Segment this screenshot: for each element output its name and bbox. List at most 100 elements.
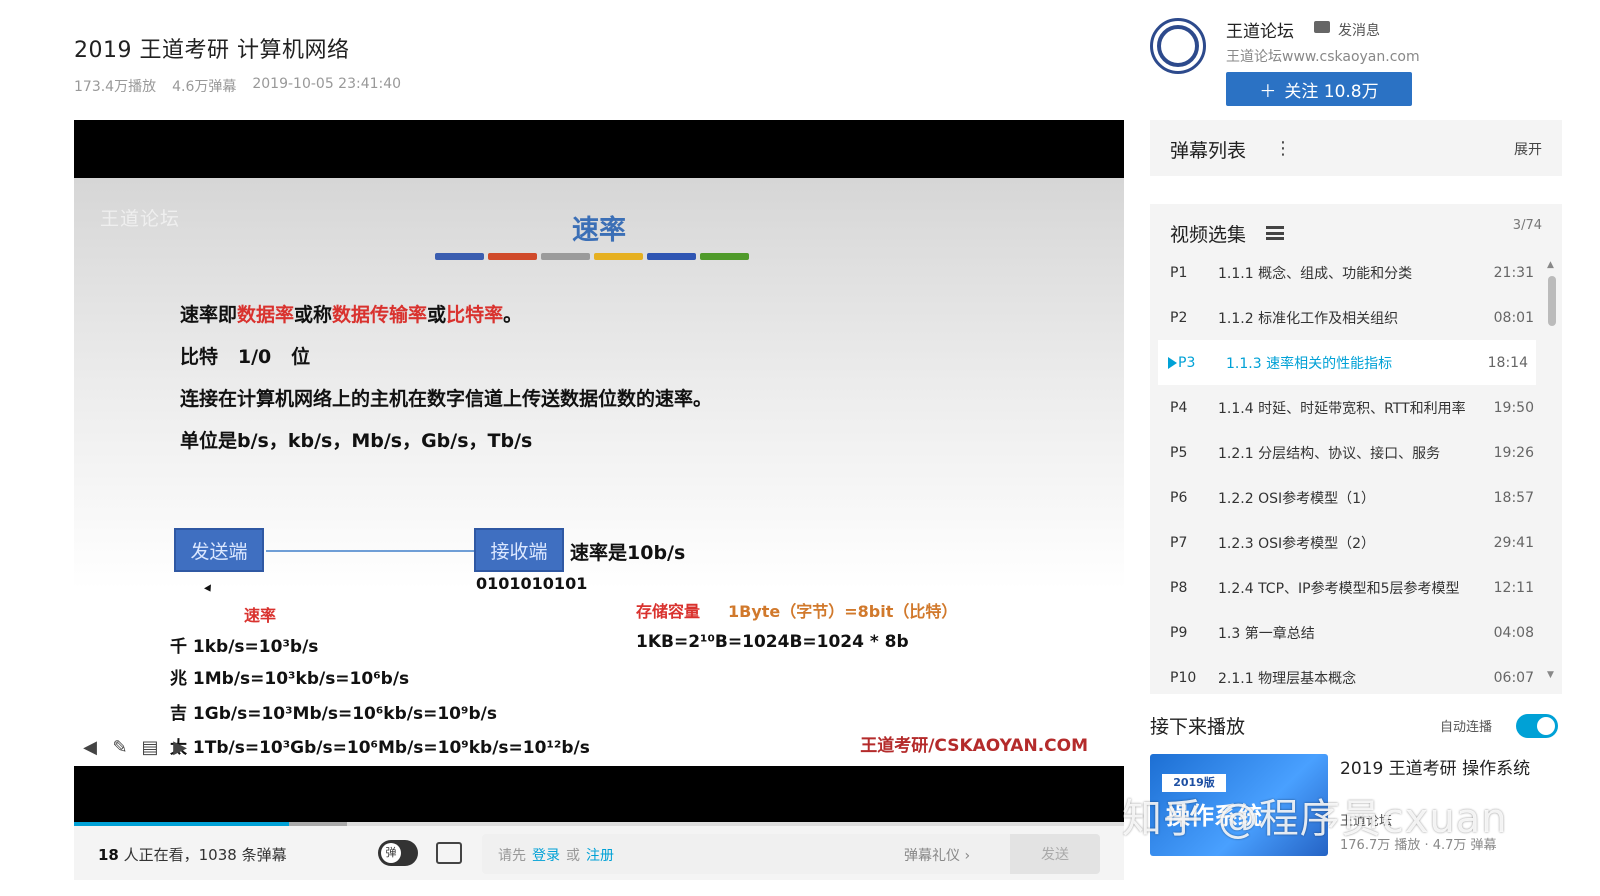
send-message-link[interactable]: 发消息 [1338, 20, 1380, 40]
scroll-thumb[interactable] [1548, 276, 1556, 326]
episode-title: 1.2.3 OSI参考模型（2） [1218, 535, 1376, 552]
episode-duration: 19:26 [1493, 444, 1534, 461]
follow-button[interactable]: ＋ 关注 10.8万 [1226, 72, 1412, 106]
mouse-cursor [204, 584, 214, 594]
episode-number: P6 [1170, 489, 1188, 506]
playlist-scrollbar[interactable]: ▲ ▼ [1546, 260, 1558, 680]
login-link[interactable]: 登录 [532, 848, 560, 864]
episode-title: 1.1.3 速率相关的性能指标 [1226, 355, 1393, 372]
video-title: 2019 王道考研 计算机网络 [74, 38, 350, 63]
next-video-title[interactable]: 2019 王道考研 操作系统 [1340, 754, 1530, 779]
danmaku-settings-icon[interactable] [436, 842, 462, 864]
letterbox-bottom [74, 766, 1124, 822]
episode-number: P9 [1170, 624, 1188, 641]
episode-title: 2.1.1 物理层基本概念 [1218, 670, 1357, 687]
episode-duration: 18:14 [1487, 354, 1528, 371]
slide-footer: 王道考研/CSKAOYAN.COM [860, 736, 1088, 756]
color-bar-1 [435, 253, 484, 260]
episode-title: 1.3 第一章总结 [1218, 625, 1315, 642]
episode-item[interactable]: P7 1.2.3 OSI参考模型（2） 29:41 [1150, 520, 1542, 565]
episode-item[interactable]: P2 1.1.2 标准化工作及相关组织 08:01 [1150, 295, 1542, 340]
episode-item[interactable]: P3 1.1.3 速率相关的性能指标 18:14 [1158, 340, 1536, 385]
next-slide-icon[interactable]: ▶ [170, 738, 190, 758]
play-count: 173.4万播放 [74, 79, 157, 95]
rate-note: 速率是10b/s [570, 542, 686, 564]
episode-list: P1 1.1.1 概念、组成、功能和分类 21:31 P2 1.1.2 标准化工作及相关… [1150, 250, 1542, 700]
envelope-icon[interactable] [1314, 21, 1330, 33]
play-icon [1168, 357, 1177, 369]
video-meta: 173.4万播放 4.6万弹幕 2019-10-05 23:41:40 [74, 76, 401, 96]
menu-icon[interactable]: ▤ [140, 738, 160, 758]
episode-duration: 06:07 [1493, 669, 1534, 686]
slide-line-units: 单位是b/s，kb/s，Mb/s，Gb/s，Tb/s [180, 430, 533, 452]
episode-number: P1 [1170, 264, 1188, 281]
uploader-name[interactable]: 王道论坛 [1226, 17, 1294, 42]
danmaku-etiquette-link[interactable]: 弹幕礼仪 › [904, 845, 970, 865]
episode-item[interactable]: P4 1.1.4 时延、时延带宽积、RTT和利用率 19:50 [1150, 385, 1542, 430]
register-link[interactable]: 注册 [586, 848, 614, 864]
episode-item[interactable]: P5 1.2.1 分层结构、协议、接口、服务 19:26 [1150, 430, 1542, 475]
episode-title: 1.2.2 OSI参考模型（1） [1218, 490, 1376, 507]
episode-duration: 04:08 [1493, 624, 1534, 641]
episode-number: P5 [1170, 444, 1188, 461]
sender-box: 发送端 [174, 528, 264, 572]
expand-button[interactable]: 展开 [1514, 139, 1542, 159]
danmaku-list-title: 弹幕列表 [1170, 140, 1247, 162]
bit-sequence: 0101010101 [476, 574, 588, 593]
prev-slide-icon[interactable]: ◀ [80, 738, 100, 758]
episode-title: 1.1.2 标准化工作及相关组织 [1218, 310, 1399, 327]
episode-number: P7 [1170, 534, 1188, 551]
slide-line-host: 连接在计算机网络上的主机在数字信道上传送数据位数的速率。 [180, 388, 713, 410]
storage-definition: 1Byte（字节）=8bit（比特） [728, 602, 958, 621]
uploader-avatar[interactable] [1150, 18, 1206, 74]
episode-number: P10 [1170, 669, 1197, 686]
video-player[interactable]: 王道论坛 速率 速率即数据率或称数据传输率或比特率。 比特 1/0 位 连接在计… [74, 120, 1124, 880]
list-icon[interactable] [1266, 226, 1284, 240]
danmaku-count: 4.6万弹幕 [172, 79, 237, 95]
slide-line-bit: 比特 1/0 位 [180, 346, 311, 368]
danmaku-list-panel: 弹幕列表 ⋮ 展开 [1150, 120, 1562, 176]
pen-icon[interactable]: ✎ [110, 738, 130, 758]
episode-item[interactable]: P1 1.1.1 概念、组成、功能和分类 21:31 [1150, 250, 1542, 295]
autoplay-toggle[interactable] [1516, 714, 1558, 738]
more-options-icon[interactable]: ⋮ [1274, 138, 1292, 159]
playlist-count: 3/74 [1512, 218, 1542, 233]
storage-heading: 存储容量 [636, 602, 701, 621]
episode-number: P4 [1170, 399, 1188, 416]
episode-item[interactable]: P8 1.2.4 TCP、IP参考模型和5层参考模型 12:11 [1150, 565, 1542, 610]
slide-frame[interactable]: 王道论坛 速率 速率即数据率或称数据传输率或比特率。 比特 1/0 位 连接在计… [74, 178, 1124, 766]
episode-item[interactable]: P6 1.2.2 OSI参考模型（1） 18:57 [1150, 475, 1542, 520]
slide-tools: ◀ ✎ ▤ ▶ [80, 738, 190, 758]
autoplay-label: 自动连播 [1440, 720, 1493, 735]
episode-title: 1.2.1 分层结构、协议、接口、服务 [1218, 445, 1441, 462]
color-bar-2 [488, 253, 537, 260]
episode-duration: 18:57 [1493, 489, 1534, 506]
episode-number: P3 [1178, 354, 1196, 371]
episode-duration: 29:41 [1493, 534, 1534, 551]
episode-duration: 19:50 [1493, 399, 1534, 416]
episode-number: P8 [1170, 579, 1188, 596]
slide-line-definition: 速率即数据率或称数据传输率或比特率。 [180, 304, 523, 326]
episode-duration: 08:01 [1493, 309, 1534, 326]
danmaku-toggle[interactable] [378, 840, 418, 866]
scroll-down-icon[interactable]: ▼ [1547, 670, 1554, 680]
slide-title: 速率 [572, 215, 626, 246]
episode-number: P2 [1170, 309, 1188, 326]
episode-item[interactable]: P10 2.1.1 物理层基本概念 06:07 [1150, 655, 1542, 700]
video-page: 2019 王道考研 计算机网络 173.4万播放 4.6万弹幕 2019-10-… [0, 0, 1600, 896]
danmaku-input[interactable]: 请先 登录或注册 弹幕礼仪 › 发送 [482, 834, 1100, 874]
letterbox-top [74, 120, 1124, 178]
storage-equation: 1KB=2¹⁰B=1024B=1024 * 8b [636, 632, 909, 652]
send-danmaku-button[interactable]: 发送 [1010, 834, 1100, 874]
color-bar-4 [594, 253, 643, 260]
publish-datetime: 2019-10-05 23:41:40 [252, 76, 402, 92]
scroll-up-icon[interactable]: ▲ [1547, 260, 1554, 270]
episode-title: 1.2.4 TCP、IP参考模型和5层参考模型 [1218, 580, 1460, 597]
next-up-heading: 接下来播放 [1150, 716, 1246, 738]
episode-item[interactable]: P9 1.3 第一章总结 04:08 [1150, 610, 1542, 655]
rate-heading: 速率 [244, 606, 277, 625]
episode-title: 1.1.4 时延、时延带宽积、RTT和利用率 [1218, 400, 1466, 417]
slide-color-bars [435, 253, 749, 260]
playlist-title: 视频选集 [1170, 224, 1247, 246]
player-controls: 18 人正在看，1038 条弹幕 请先登录或注册 弹幕礼仪 › 发送 [74, 826, 1124, 880]
